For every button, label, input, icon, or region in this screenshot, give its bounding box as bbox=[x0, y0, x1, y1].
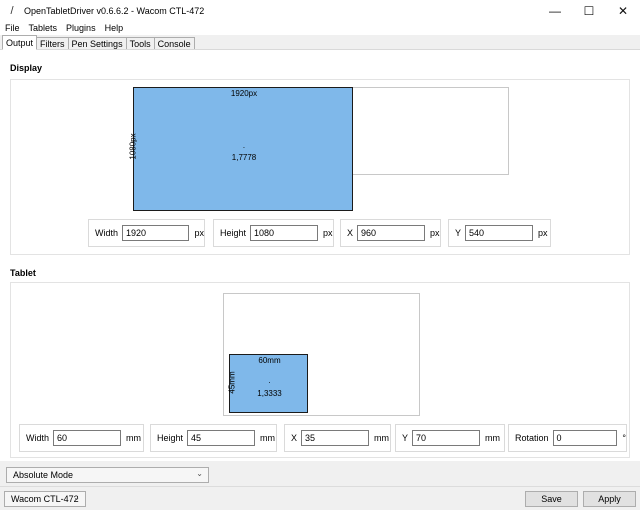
display-y-input[interactable]: 540 bbox=[465, 225, 534, 241]
display-center-dot: · bbox=[242, 143, 246, 152]
tablet-rotation-unit: ° bbox=[622, 433, 626, 443]
output-mode-value: Absolute Mode bbox=[13, 470, 74, 480]
save-button[interactable]: Save bbox=[525, 491, 578, 507]
tab-output[interactable]: Output bbox=[2, 35, 38, 50]
display-y-label-text: Y bbox=[455, 228, 462, 238]
tablet-y-unit: mm bbox=[485, 433, 501, 443]
tablet-ratio: 1,3333 bbox=[257, 389, 282, 398]
tablet-x-label-text: X bbox=[291, 433, 298, 443]
tablet-x-input[interactable]: 35 bbox=[301, 430, 370, 446]
window-title: OpenTabletDriver v0.6.6.2 - Wacom CTL-47… bbox=[24, 5, 205, 16]
tab-strip: Output Filters Pen Settings Tools Consol… bbox=[0, 35, 195, 50]
display-height-label-text: Height bbox=[220, 228, 247, 238]
tablet-height-input[interactable]: 45 bbox=[187, 430, 256, 446]
tablet-height-field: Height 45 mm bbox=[150, 424, 277, 452]
tablet-y-input[interactable]: 70 bbox=[412, 430, 481, 446]
display-x-unit: px bbox=[430, 228, 440, 238]
tablet-width-unit: mm bbox=[126, 433, 142, 443]
display-ratio: 1,7778 bbox=[231, 153, 257, 162]
tablet-height-unit: mm bbox=[260, 433, 276, 443]
display-group: 1920px 1080px · 1,7778 Width 1920 px Hei… bbox=[10, 79, 630, 255]
display-y-field: Y 540 px bbox=[448, 219, 551, 247]
display-height-unit: px bbox=[323, 228, 333, 238]
title-bar: / OpenTabletDriver v0.6.6.2 - Wacom CTL-… bbox=[0, 0, 640, 21]
display-x-label-text: X bbox=[347, 228, 354, 238]
display-width-unit: px bbox=[194, 228, 204, 238]
display-width-label-text: Width bbox=[95, 228, 119, 238]
close-button[interactable]: ✕ bbox=[606, 0, 640, 21]
display-width-field: Width 1920 px bbox=[88, 219, 205, 247]
maximize-button[interactable]: ☐ bbox=[572, 0, 606, 21]
tablet-section-title: Tablet bbox=[10, 268, 36, 278]
tablet-x-unit: mm bbox=[374, 433, 390, 443]
tablet-area[interactable]: 60mm 45mm · 1,3333 bbox=[228, 354, 308, 413]
tablet-rotation-field: Rotation 0 ° bbox=[508, 424, 627, 452]
display-height-field: Height 1080 px bbox=[213, 219, 334, 247]
tablet-width-label-text: Width bbox=[26, 433, 50, 443]
display-height-input[interactable]: 1080 bbox=[250, 225, 319, 241]
display-y-unit: px bbox=[538, 228, 548, 238]
menu-tablets[interactable]: Tablets bbox=[29, 23, 58, 33]
display-x-input[interactable]: 960 bbox=[357, 225, 426, 241]
tablet-selector-dropdown[interactable]: Wacom CTL-472 ⌄ bbox=[4, 491, 86, 507]
minimize-button[interactable]: — bbox=[538, 0, 572, 21]
chevron-down-icon: ⌄ bbox=[196, 469, 203, 478]
tablet-group: 60mm 45mm · 1,3333 Width 60 mm Height 45… bbox=[10, 282, 630, 458]
menu-plugins[interactable]: Plugins bbox=[66, 23, 96, 33]
tablet-center-dot: · bbox=[268, 378, 271, 387]
tablet-rotation-label-text: Rotation bbox=[515, 433, 549, 443]
display-x-field: X 960 px bbox=[340, 219, 441, 247]
display-section-title: Display bbox=[10, 63, 43, 73]
tablet-y-label-text: Y bbox=[402, 433, 409, 443]
menu-file[interactable]: File bbox=[5, 23, 20, 33]
output-tab-panel: Display 1920px 1080px · 1,7778 Width 192… bbox=[0, 49, 640, 461]
output-mode-dropdown[interactable]: Absolute Mode ⌄ bbox=[6, 467, 209, 483]
menu-help[interactable]: Help bbox=[105, 23, 124, 33]
tablet-width-input[interactable]: 60 bbox=[53, 430, 122, 446]
tablet-height-label-text: Height bbox=[157, 433, 184, 443]
app-icon: / bbox=[10, 4, 14, 17]
display-width-input[interactable]: 1920 bbox=[122, 225, 190, 241]
display-area[interactable]: 1920px 1080px · 1,7778 bbox=[129, 87, 353, 211]
chevron-down-icon: ⌄ bbox=[73, 493, 80, 502]
tablet-width-field: Width 60 mm bbox=[19, 424, 144, 452]
tablet-selector-value: Wacom CTL-472 bbox=[11, 494, 79, 504]
display-width-label: 1920px bbox=[230, 89, 258, 98]
tablet-x-field: X 35 mm bbox=[284, 424, 391, 452]
menu-bar: File Tablets Plugins Help bbox=[0, 21, 640, 35]
tablet-rotation-input[interactable]: 0 bbox=[552, 430, 618, 446]
bottom-bar: Wacom CTL-472 ⌄ Save Apply bbox=[0, 486, 640, 510]
tablet-y-field: Y 70 mm bbox=[395, 424, 505, 452]
apply-button[interactable]: Apply bbox=[583, 491, 636, 507]
tablet-width-label: 60mm bbox=[258, 356, 281, 365]
